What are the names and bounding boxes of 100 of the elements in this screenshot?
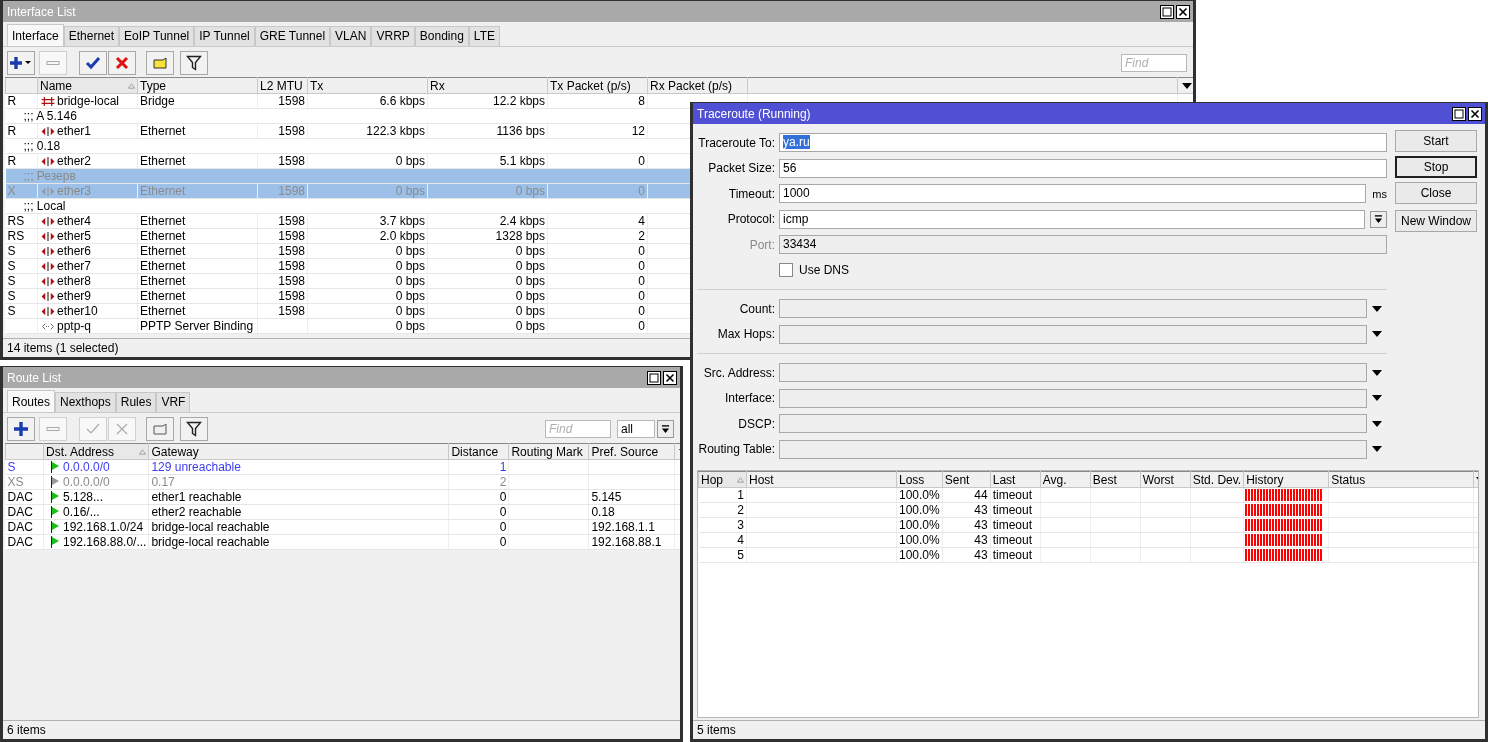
tab[interactable]: IP Tunnel xyxy=(194,26,255,46)
dialog-button[interactable]: Close xyxy=(1395,182,1477,204)
table-cell: DAC xyxy=(7,505,33,519)
table-cell: 2.0 kbps xyxy=(379,229,425,243)
dropdown-icon[interactable] xyxy=(1372,446,1382,453)
combo-field[interactable] xyxy=(779,363,1367,383)
table-cell: 43 xyxy=(974,503,988,517)
check-icon xyxy=(85,55,101,71)
table-cell: 2 xyxy=(737,503,744,517)
table-cell: 0 bps xyxy=(515,259,545,273)
table-cell: 5.145 xyxy=(591,490,622,504)
enable-button[interactable] xyxy=(79,51,107,75)
dropdown-icon[interactable] xyxy=(1372,369,1382,376)
dialog-button[interactable]: New Window xyxy=(1395,210,1477,232)
dialog-button[interactable]: Stop xyxy=(1395,156,1477,178)
input-field[interactable]: 1000 xyxy=(779,184,1367,204)
maximize-icon[interactable] xyxy=(1160,4,1174,19)
find-field[interactable]: Find xyxy=(1121,54,1187,72)
table-cell: Ethernet xyxy=(140,274,186,288)
table-cell: ether4 xyxy=(57,214,92,228)
column-header[interactable]: Rx xyxy=(430,78,445,93)
table-cell: 100.0% xyxy=(899,518,940,532)
ethernet-icon xyxy=(40,290,56,302)
table-cell: bridge-local reachable xyxy=(151,535,270,549)
table-cell: 0 bps xyxy=(515,184,545,198)
table-cell: 0 xyxy=(499,535,507,549)
table-cell: 0 bps xyxy=(395,259,425,273)
table-cell: 0.0.0.0/0 xyxy=(63,475,110,489)
table-cell: 3 xyxy=(737,518,744,532)
table-cell: Ethernet xyxy=(140,289,186,303)
close-icon[interactable] xyxy=(1176,4,1190,19)
dropdown-icon[interactable] xyxy=(1181,82,1192,89)
select-field[interactable]: icmp xyxy=(779,209,1366,229)
dropdown-button[interactable] xyxy=(1370,210,1387,228)
column-header[interactable]: Std. Dev. xyxy=(1192,472,1242,487)
ethernet-icon xyxy=(40,275,56,287)
input-field[interactable]: 56 xyxy=(779,158,1387,178)
column-header[interactable]: Type xyxy=(140,78,166,93)
combo-field[interactable] xyxy=(779,388,1367,408)
tab[interactable]: GRE Tunnel xyxy=(254,26,331,46)
tab[interactable]: Routes xyxy=(7,390,56,412)
close-icon[interactable] xyxy=(663,370,677,385)
bridge-icon xyxy=(40,95,56,107)
table-cell: 12 xyxy=(631,124,645,138)
add-button[interactable] xyxy=(7,417,35,441)
maximize-icon[interactable] xyxy=(1452,106,1466,121)
maximize-icon[interactable] xyxy=(647,370,661,385)
sort-icon xyxy=(128,82,135,89)
dropdown-button[interactable] xyxy=(657,420,674,438)
add-menu-button[interactable] xyxy=(7,51,35,75)
dropdown-icon[interactable] xyxy=(1372,331,1382,338)
input-field[interactable]: ya.ru xyxy=(779,133,1387,153)
table-cell: 0 bps xyxy=(515,289,545,303)
tab[interactable]: Rules xyxy=(115,392,157,412)
field-label: Timeout: xyxy=(727,186,776,201)
status-text: 14 items (1 selected) xyxy=(7,341,119,355)
table-cell: R xyxy=(7,94,17,108)
column-header[interactable]: Host xyxy=(749,472,774,487)
tab[interactable]: LTE xyxy=(468,26,500,46)
caret-icon xyxy=(661,424,670,434)
table-cell: 1598 xyxy=(278,229,305,243)
tab[interactable]: VLAN xyxy=(330,26,372,46)
table-cell: 192.168.88.1 xyxy=(591,535,662,549)
column-header[interactable]: Tx xyxy=(310,78,324,93)
tab[interactable]: VRF xyxy=(156,392,191,412)
table-cell: 1598 xyxy=(278,214,305,228)
table-cell: 44 xyxy=(974,488,988,502)
close-icon[interactable] xyxy=(1468,106,1482,121)
combo-field[interactable] xyxy=(779,414,1367,434)
tab[interactable]: Bonding xyxy=(414,26,469,46)
comment-button[interactable] xyxy=(146,51,174,75)
combo-field[interactable] xyxy=(779,299,1367,319)
table-cell: 0 bps xyxy=(395,154,425,168)
dropdown-icon[interactable] xyxy=(1372,420,1382,427)
filter-button[interactable] xyxy=(180,51,208,75)
table-cell: 3.7 kbps xyxy=(379,214,425,228)
table-cell: 1598 xyxy=(278,154,305,168)
table-cell: 129 unreachable xyxy=(151,460,241,474)
table-cell: ether10 xyxy=(57,304,98,318)
table-cell: Ethernet xyxy=(140,259,186,273)
tab[interactable]: Nexthops xyxy=(55,392,116,412)
combo-field[interactable] xyxy=(779,324,1367,344)
table-cell: ether1 xyxy=(57,124,92,138)
tab[interactable]: EoIP Tunnel xyxy=(119,26,195,46)
column-header[interactable]: Gateway xyxy=(151,444,199,459)
checkbox[interactable] xyxy=(779,263,793,278)
dropdown-icon[interactable] xyxy=(1372,395,1382,402)
filter-select[interactable]: all xyxy=(617,420,655,438)
disable-button[interactable] xyxy=(108,51,136,75)
combo-field[interactable] xyxy=(779,439,1367,459)
tab[interactable]: Interface xyxy=(7,24,64,46)
filter-button[interactable] xyxy=(180,417,208,441)
tab[interactable]: VRRP xyxy=(371,26,415,46)
find-field[interactable]: Find xyxy=(545,420,611,438)
table-cell: R xyxy=(7,124,17,138)
table-cell: Ethernet xyxy=(140,124,186,138)
table-cell: bridge-local reachable xyxy=(151,520,270,534)
tab[interactable]: Ethernet xyxy=(63,26,120,46)
dropdown-icon[interactable] xyxy=(1372,305,1382,312)
dialog-button[interactable]: Start xyxy=(1395,130,1477,152)
